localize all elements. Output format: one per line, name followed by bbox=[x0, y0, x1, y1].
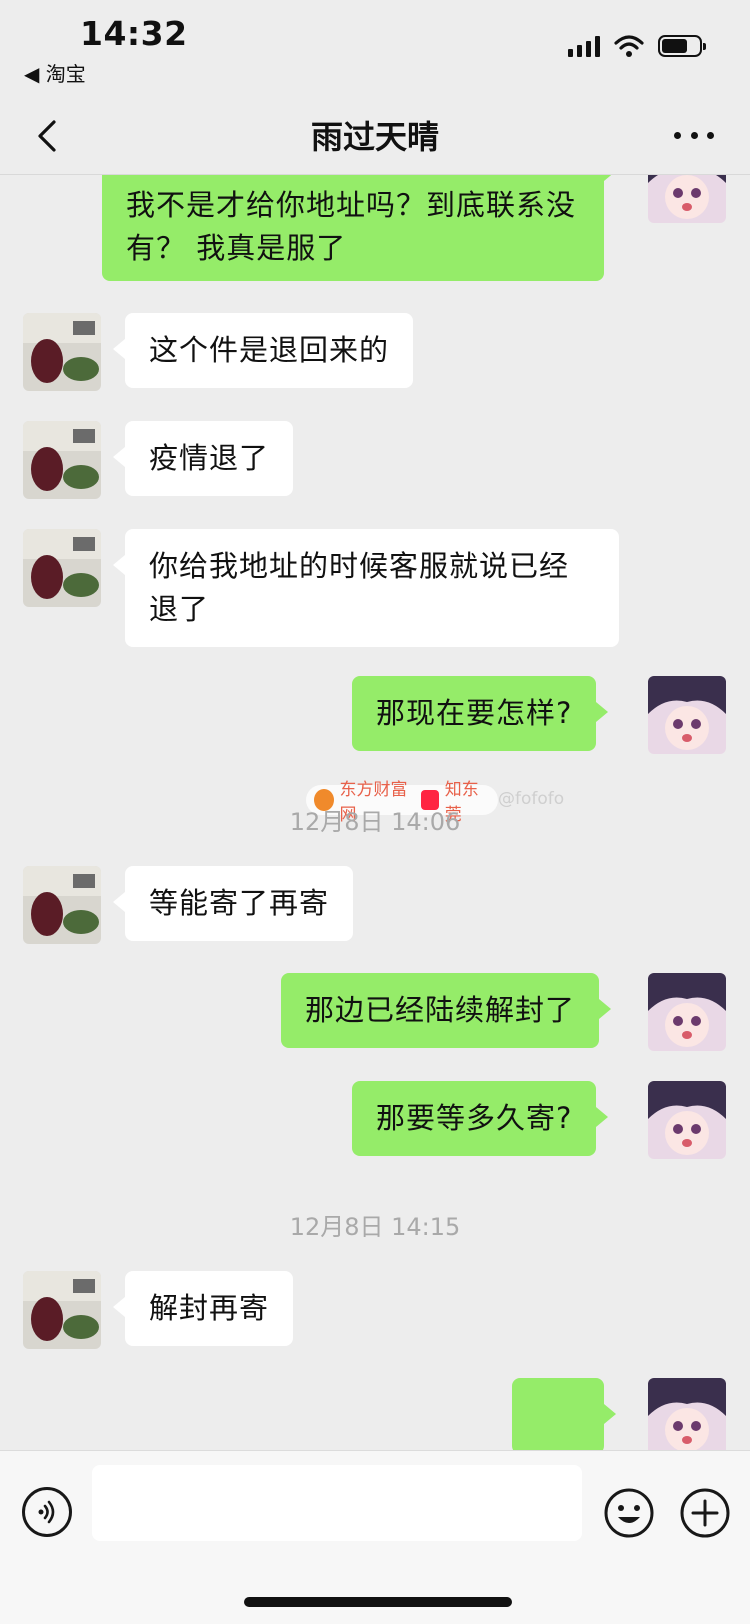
avatar-self[interactable] bbox=[648, 676, 726, 754]
message-bubble-incoming[interactable]: 等能寄了再寄 bbox=[112, 866, 354, 941]
avatar-contact[interactable] bbox=[23, 866, 101, 944]
avatar-self[interactable] bbox=[648, 1378, 726, 1450]
voice-icon[interactable] bbox=[22, 1487, 72, 1537]
chat-header: 雨过天晴 bbox=[0, 100, 750, 175]
message-timestamp: 12月8日 14:06 bbox=[289, 808, 461, 836]
emoji-icon[interactable] bbox=[603, 1487, 655, 1539]
message-bubble-incoming[interactable]: 疫情退了 bbox=[112, 421, 294, 496]
avatar-self[interactable] bbox=[648, 175, 726, 223]
message-bubble-outgoing[interactable] bbox=[512, 1378, 616, 1450]
avatar-contact[interactable] bbox=[23, 313, 101, 391]
status-bar: 14:32 ◀ 淘宝 bbox=[0, 0, 750, 100]
more-dots-icon[interactable] bbox=[674, 120, 714, 150]
message-bubble-outgoing[interactable]: 那边已经陆续解封了 bbox=[281, 973, 612, 1048]
battery-icon bbox=[658, 35, 706, 57]
avatar-self[interactable] bbox=[648, 973, 726, 1051]
avatar-contact[interactable] bbox=[23, 421, 101, 499]
message-bubble-outgoing[interactable]: 那现在要怎样? bbox=[352, 676, 609, 751]
message-input[interactable] bbox=[92, 1465, 582, 1541]
input-bar bbox=[0, 1450, 750, 1624]
back-to-app-link[interactable]: ◀ 淘宝 bbox=[24, 58, 86, 87]
avatar-self[interactable] bbox=[648, 1081, 726, 1159]
message-bubble-outgoing[interactable]: 搞什么啊？给我发快递的么咖了？ 我不是才给你地址吗？到底联系没有？ 我真是服了 bbox=[102, 175, 616, 281]
home-indicator[interactable] bbox=[244, 1597, 512, 1607]
message-bubble-incoming[interactable]: 你给我地址的时候客服就说已经退了 bbox=[113, 529, 619, 647]
message-timestamp: 12月8日 14:15 bbox=[289, 1213, 461, 1241]
message-bubble-incoming[interactable]: 解封再寄 bbox=[112, 1271, 294, 1346]
status-icons bbox=[568, 34, 706, 58]
status-time: 14:32 bbox=[80, 14, 188, 53]
message-bubble-outgoing[interactable]: 那要等多久寄? bbox=[352, 1081, 609, 1156]
avatar-contact[interactable] bbox=[23, 1271, 101, 1349]
message-list[interactable]: 搞什么啊？给我发快递的么咖了？ 我不是才给你地址吗？到底联系没有？ 我真是服了 … bbox=[0, 175, 750, 1450]
plus-icon[interactable] bbox=[679, 1487, 731, 1539]
wifi-icon bbox=[614, 35, 644, 57]
message-bubble-incoming[interactable]: 这个件是退回来的 bbox=[112, 313, 414, 388]
avatar-contact[interactable] bbox=[23, 529, 101, 607]
signal-icon bbox=[568, 35, 600, 57]
chat-title: 雨过天晴 bbox=[310, 118, 439, 156]
